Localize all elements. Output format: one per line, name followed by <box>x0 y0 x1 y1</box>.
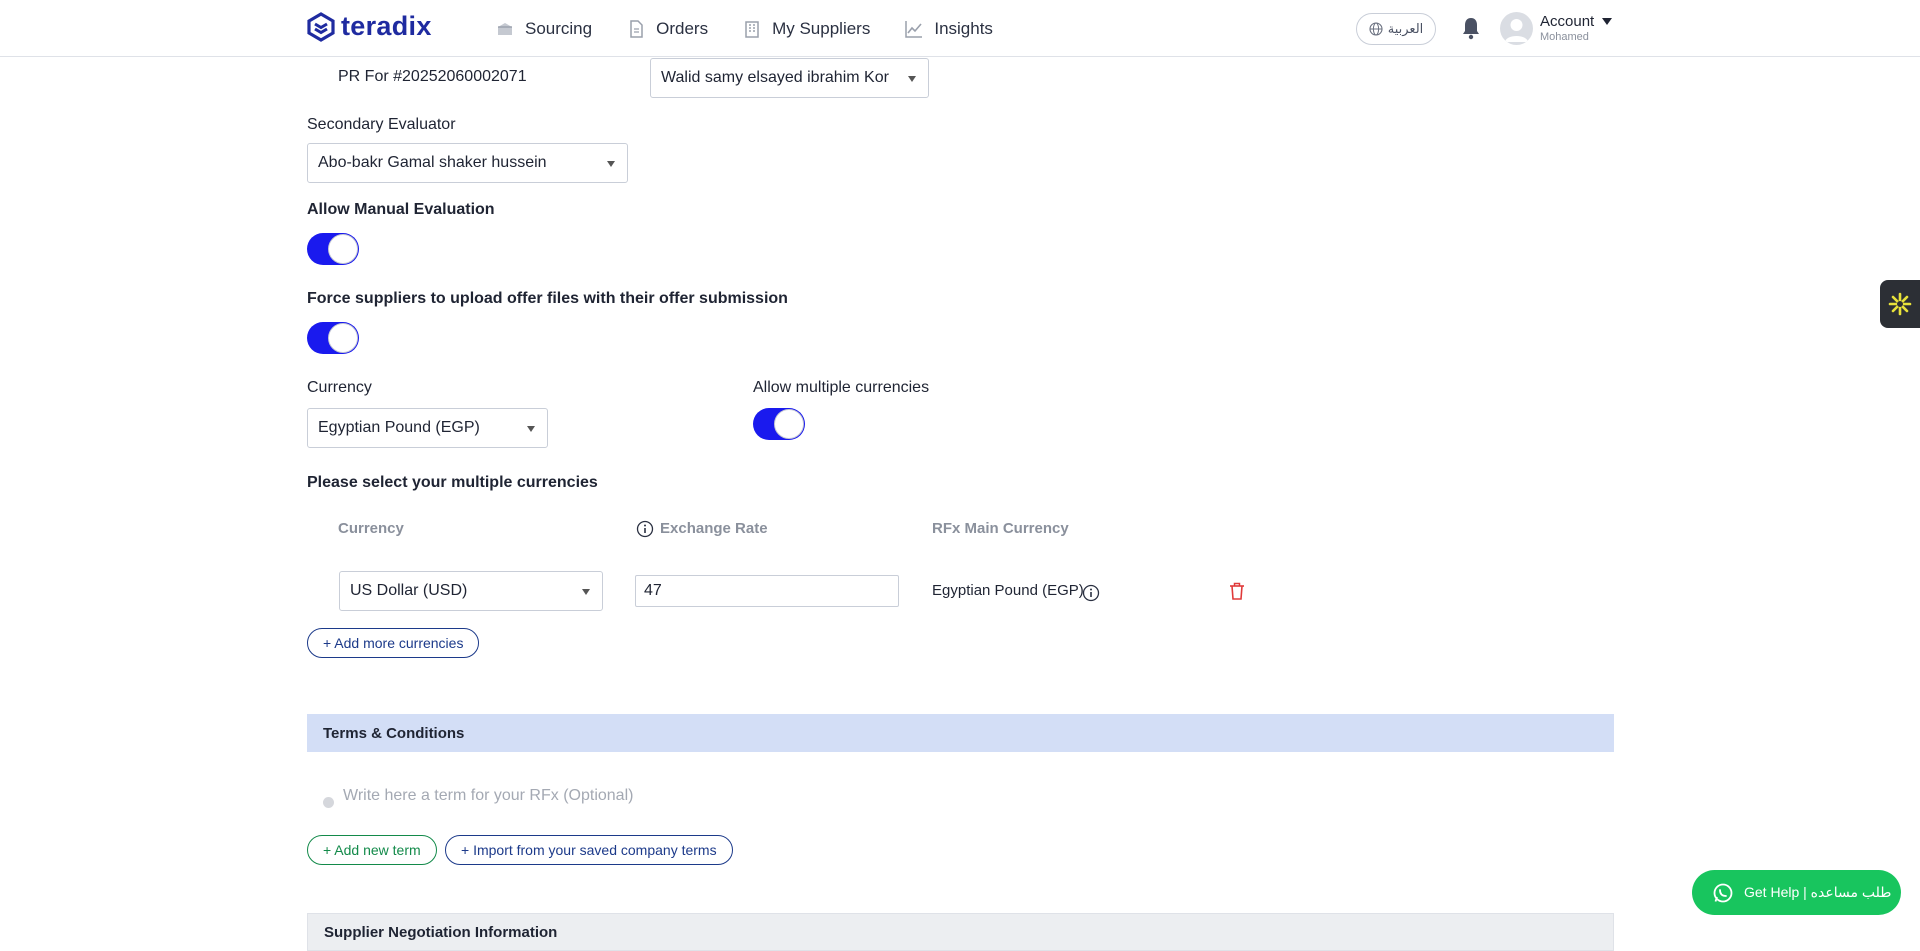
supplier-negotiation-section-title: Supplier Negotiation Information <box>324 924 558 941</box>
secondary-evaluator-value: Abo-bakr Gamal shaker hussein <box>318 154 547 171</box>
allow-multiple-currencies-label: Allow multiple currencies <box>753 379 930 396</box>
toggle-knob <box>328 323 358 353</box>
chevron-down-icon <box>607 161 615 167</box>
currency-value: Egyptian Pound (EGP) <box>318 419 480 436</box>
account-menu[interactable]: Account Mohamed <box>1540 13 1594 43</box>
exchange-rate-input[interactable]: 47 <box>635 575 899 607</box>
currency-column-header: Currency <box>338 520 404 537</box>
chevron-down-icon <box>908 76 916 82</box>
user-icon <box>1505 19 1528 42</box>
account-username: Mohamed <box>1540 31 1589 43</box>
row-main-currency: Egyptian Pound (EGP) <box>932 582 1084 599</box>
nav-orders[interactable]: Orders <box>609 0 725 57</box>
allow-manual-evaluation-toggle[interactable] <box>307 233 359 265</box>
nav-my-suppliers-label: My Suppliers <box>772 18 871 38</box>
building-icon <box>745 20 759 38</box>
pr-for-label: PR For #20252060002071 <box>338 68 527 85</box>
allow-manual-evaluation-label: Allow Manual Evaluation <box>307 201 495 218</box>
nav-sourcing-label: Sourcing <box>525 18 593 38</box>
add-more-currencies-button[interactable]: + Add more currencies <box>307 628 480 658</box>
box-icon <box>498 22 512 35</box>
exchange-rate-value: 47 <box>644 582 662 599</box>
terms-section-title: Terms & Conditions <box>323 724 465 742</box>
toggle-knob <box>328 234 358 264</box>
language-label: العربية <box>1387 21 1424 36</box>
top-navbar: teradix Sourcing Orders My Suppliers Ins… <box>0 0 1920 57</box>
brand-name: teradix <box>341 11 432 41</box>
account-label: Account <box>1540 13 1595 30</box>
nav-orders-label: Orders <box>656 18 709 38</box>
term-bullet <box>323 797 334 808</box>
trash-icon[interactable] <box>1228 581 1246 601</box>
force-upload-label: Force suppliers to upload offer files wi… <box>307 290 788 307</box>
teradix-logo-icon <box>307 11 335 42</box>
get-help-label: Get Help | طلب مساعده <box>1744 884 1892 900</box>
exchange-rate-column-header: Exchange Rate <box>660 520 768 537</box>
chevron-down-icon <box>527 426 535 432</box>
globe-icon <box>1369 22 1383 36</box>
teradix-logo[interactable]: teradix <box>307 11 432 42</box>
chevron-down-icon <box>582 589 590 595</box>
nav-insights-label: Insights <box>934 18 993 38</box>
row-currency-select[interactable]: US Dollar (USD) <box>339 571 603 611</box>
nav-my-suppliers[interactable]: My Suppliers <box>725 0 887 57</box>
whatsapp-icon <box>1713 883 1733 902</box>
nav-insights[interactable]: Insights <box>887 0 1010 57</box>
pr-evaluator-value: Walid samy elsayed ibrahim Kor <box>661 69 889 86</box>
get-help-button[interactable]: Get Help | طلب مساعده <box>1692 870 1901 915</box>
notification-bell-icon[interactable] <box>1459 16 1483 40</box>
force-upload-toggle[interactable] <box>307 322 359 354</box>
row-currency-value: US Dollar (USD) <box>350 582 468 599</box>
term-input[interactable]: Write here a term for your RFx (Optional… <box>343 787 633 805</box>
info-icon[interactable] <box>1082 584 1100 602</box>
import-company-terms-button[interactable]: + Import from your saved company terms <box>445 835 733 865</box>
nav-sourcing[interactable]: Sourcing <box>478 0 609 57</box>
chevron-down-icon[interactable] <box>1602 18 1612 25</box>
toggle-knob <box>774 409 804 439</box>
multiple-currencies-label: Please select your multiple currencies <box>307 474 598 491</box>
secondary-evaluator-select[interactable]: Abo-bakr Gamal shaker hussein <box>307 143 628 183</box>
add-new-term-button[interactable]: + Add new term <box>307 835 437 865</box>
language-switch-button[interactable]: العربية <box>1356 13 1436 45</box>
info-icon[interactable] <box>636 520 654 538</box>
side-widget-button[interactable] <box>1880 280 1920 328</box>
pr-evaluator-select[interactable]: Walid samy elsayed ibrahim Kor <box>650 58 929 98</box>
terms-section-header[interactable]: Terms & Conditions <box>307 714 1614 752</box>
avatar[interactable] <box>1500 12 1533 45</box>
sparkle-icon <box>1888 292 1912 316</box>
document-icon <box>630 19 643 38</box>
allow-multiple-currencies-toggle[interactable] <box>753 408 805 440</box>
supplier-negotiation-section-header[interactable]: Supplier Negotiation Information <box>307 913 1614 951</box>
currency-label: Currency <box>307 379 372 396</box>
currency-select[interactable]: Egyptian Pound (EGP) <box>307 408 548 448</box>
main-currency-column-header: RFx Main Currency <box>932 520 1069 537</box>
chart-icon <box>905 20 923 38</box>
main-nav: Sourcing Orders My Suppliers Insights <box>478 0 1010 57</box>
secondary-evaluator-label: Secondary Evaluator <box>307 116 456 133</box>
